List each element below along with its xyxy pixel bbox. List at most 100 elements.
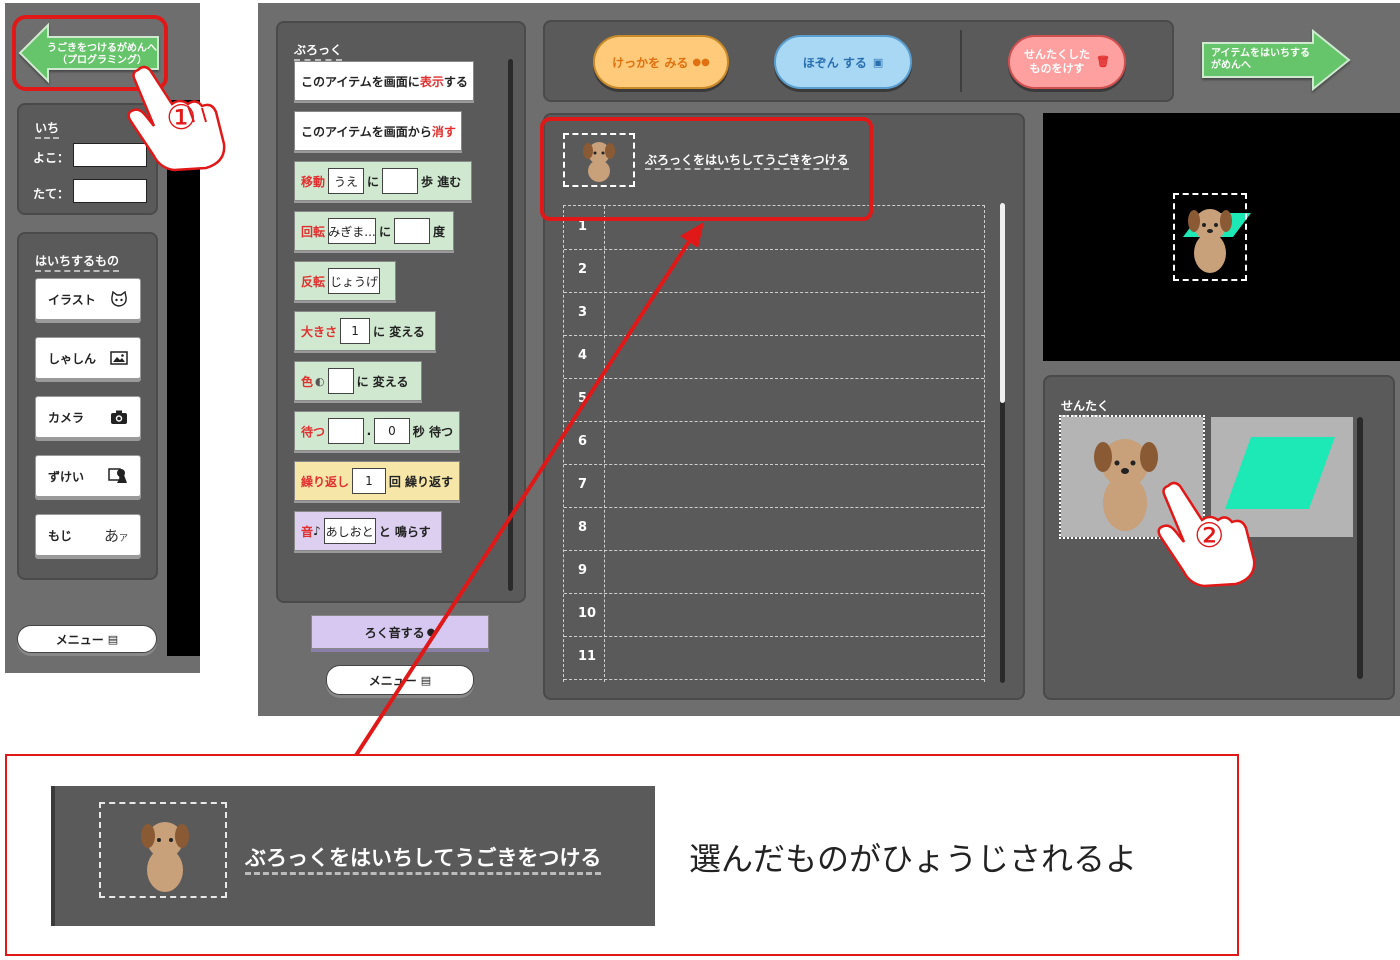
block-color[interactable]: 色 ◐ に 変える: [294, 361, 422, 401]
block-sound[interactable]: 音 ♪ あしおと と 鳴らす: [294, 511, 442, 551]
save-button[interactable]: ほぞん する ▣: [774, 35, 912, 89]
shapes-label: ずけい: [48, 469, 85, 484]
place-items-label: はいちするもの: [35, 252, 120, 272]
list-icon: ▤: [420, 673, 432, 687]
next-button-line1: アイテムをはいちする: [1211, 48, 1310, 59]
stage-edge: [167, 100, 200, 656]
move-direction-input[interactable]: うえ: [328, 168, 365, 194]
row-number: 7: [578, 477, 588, 492]
record-button[interactable]: ろく音する ●: [311, 615, 489, 649]
program-row[interactable]: 6: [564, 421, 984, 465]
save-label: ほぞん する: [802, 55, 867, 70]
selection-label: せんたく: [1061, 397, 1110, 417]
illust-button[interactable]: イラスト: [35, 278, 141, 320]
photo-icon: [110, 351, 128, 365]
camera-icon: [111, 410, 127, 424]
program-row[interactable]: 5: [564, 378, 984, 422]
cat-icon: [111, 291, 127, 307]
block-sound-post: と 鳴らす: [378, 524, 431, 539]
block-flip[interactable]: 反転 じょうげ: [294, 261, 396, 301]
program-row[interactable]: 3: [564, 292, 984, 336]
block-hide-red: 消す: [431, 124, 456, 139]
palette-scrollbar[interactable]: [508, 59, 513, 591]
list-icon: ▤: [107, 632, 119, 646]
rotate-degree-input[interactable]: [394, 218, 431, 244]
eyes-icon: ●●: [692, 56, 710, 68]
shapes-button[interactable]: ずけい: [35, 455, 141, 497]
program-row[interactable]: 10: [564, 593, 984, 637]
palette-menu-label: メニュー: [368, 673, 417, 688]
wait-seconds-input[interactable]: [328, 418, 364, 444]
zoom-image: ぶろっくをはいちしてうごきをつける: [51, 786, 655, 926]
camera-button[interactable]: カメラ: [35, 396, 141, 438]
delete-label-line2: ものをけす: [1029, 62, 1085, 75]
program-row[interactable]: 7: [564, 464, 984, 508]
row-number: 4: [578, 348, 588, 363]
music-note-icon: ♪: [313, 524, 321, 538]
programming-screen: ぶろっく このアイテムを画面に 表示 する このアイテムを画面から 消す 移動 うえ …: [258, 3, 1400, 716]
trash-icon: 🗑: [1096, 55, 1110, 68]
y-input[interactable]: [73, 179, 147, 203]
program-row[interactable]: 4: [564, 335, 984, 379]
block-wait[interactable]: 待つ . 0 秒 待つ: [294, 411, 460, 451]
block-show[interactable]: このアイテムを画面に 表示 する: [294, 61, 474, 101]
program-row[interactable]: 11: [564, 636, 984, 680]
size-input[interactable]: 1: [340, 318, 371, 344]
position-label: いち: [35, 119, 60, 139]
flip-direction-input[interactable]: じょうげ: [328, 268, 381, 294]
sound-select[interactable]: あしおと: [323, 518, 376, 544]
text-icon: あア: [103, 526, 128, 545]
block-size-post: に 変える: [373, 324, 425, 339]
photo-button[interactable]: しゃしん: [35, 337, 141, 379]
program-row[interactable]: 8: [564, 507, 984, 551]
block-rotate-ni: に: [379, 224, 392, 239]
block-wait-red: 待つ: [301, 424, 326, 439]
row-number: 10: [578, 606, 597, 621]
move-steps-input[interactable]: [382, 168, 419, 194]
hand-pointer-2: ②: [1150, 480, 1270, 590]
toolbar-divider: [960, 30, 962, 92]
wait-decimal-input[interactable]: 0: [374, 418, 410, 444]
place-items-panel: はいちするもの イラスト しゃしん カメラ ずけい もじ あア: [17, 232, 158, 580]
block-show-red: 表示: [419, 74, 444, 89]
color-input[interactable]: [327, 368, 354, 394]
text-label: もじ: [48, 528, 73, 543]
shapes-icon: [108, 468, 127, 483]
palette-menu-button[interactable]: メニュー ▤: [326, 665, 474, 695]
view-result-label: けっかを みる: [612, 55, 689, 70]
block-repeat-red: 繰り返し: [301, 474, 350, 489]
rotate-direction-input[interactable]: みぎま...: [328, 218, 377, 244]
program-scroll-thumb[interactable]: [1000, 203, 1005, 403]
block-wait-dot: .: [366, 424, 372, 438]
back-button-line1: うごきをつけるがめんへ: [47, 43, 157, 54]
row-number: 1: [578, 219, 588, 234]
block-rotate[interactable]: 回転 みぎま... に 度: [294, 211, 454, 251]
to-placement-screen-button[interactable]: アイテムをはいちする がめんへ: [1201, 27, 1353, 93]
block-size[interactable]: 大きさ 1 に 変える: [294, 311, 436, 351]
program-row[interactable]: 9: [564, 550, 984, 594]
zoom-callout: ぶろっくをはいちしてうごきをつける 選んだものがひょうじされるよ: [5, 754, 1239, 956]
menu-button[interactable]: メニュー ▤: [17, 625, 157, 653]
delete-selected-button[interactable]: せんたくした ものをけす 🗑: [1008, 35, 1126, 89]
program-scrollbar[interactable]: [1000, 203, 1005, 683]
block-repeat[interactable]: 繰り返し 1 回 繰り返す: [294, 461, 460, 501]
caption-text: 選んだものがひょうじされるよ: [689, 840, 1138, 878]
block-size-red: 大きさ: [301, 324, 338, 339]
text-button[interactable]: もじ あア: [35, 514, 141, 556]
block-move-red: 移動: [301, 174, 326, 189]
palette-icon: ◐: [315, 374, 325, 388]
stage-selected-dog[interactable]: [1173, 193, 1247, 281]
program-row[interactable]: 2: [564, 249, 984, 293]
y-label: たて：: [33, 187, 70, 201]
repeat-count-input[interactable]: 1: [352, 468, 386, 494]
block-hide[interactable]: このアイテムを画面から 消す: [294, 111, 462, 151]
row-number: 5: [578, 391, 588, 406]
selection-scrollbar[interactable]: [1357, 417, 1363, 679]
view-result-button[interactable]: けっかを みる ●●: [593, 35, 729, 89]
zoom-title: ぶろっくをはいちしてうごきをつける: [245, 842, 602, 875]
hand-pointer-1: ①: [110, 62, 240, 174]
block-move[interactable]: 移動 うえ に 歩 進む: [294, 161, 472, 201]
next-button-line2: がめんへ: [1211, 60, 1251, 71]
block-flip-red: 反転: [301, 274, 326, 289]
block-move-ni: に: [367, 174, 380, 189]
